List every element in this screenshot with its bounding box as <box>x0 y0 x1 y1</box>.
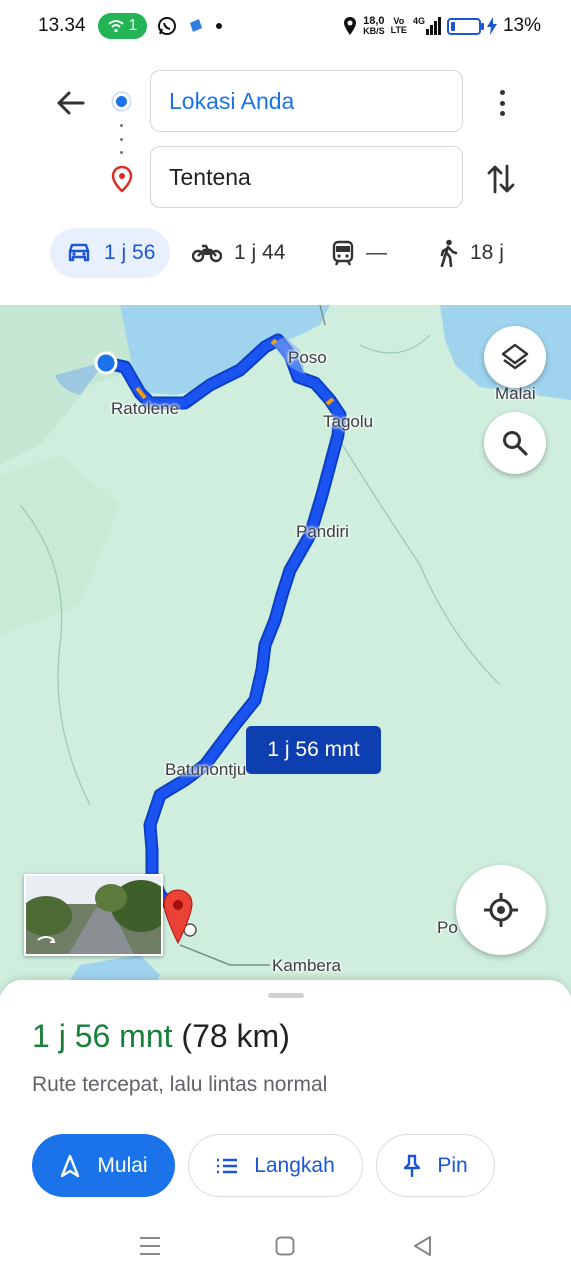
search-button[interactable] <box>484 412 546 474</box>
system-nav-bar <box>0 1222 571 1280</box>
map-view[interactable]: Poso Malai Ratolene Tagolu Pandiri Batun… <box>0 305 571 995</box>
route-description: Rute tercepat, lalu lintas normal <box>32 1073 328 1096</box>
navigation-arrow-icon <box>61 1154 80 1177</box>
place-label-poso: Poso <box>288 348 327 367</box>
place-label-batunontju: Batunontju <box>165 760 247 779</box>
origin-dot-icon <box>113 93 130 110</box>
tab-car-label: 1 j 56 <box>104 241 156 264</box>
charging-icon <box>486 17 497 35</box>
route-line <box>99 333 347 917</box>
start-button-label: Mulai <box>97 1153 148 1177</box>
battery-percent: 13% <box>502 15 541 36</box>
hotspot-count: 1 <box>128 17 138 34</box>
sheet-drag-handle[interactable] <box>268 993 304 998</box>
net-speed: 18,0 KB/S <box>363 15 385 36</box>
origin-input[interactable]: Lokasi Anda <box>150 70 463 132</box>
car-icon <box>68 243 90 262</box>
status-bar: 13.34 1 18,0 KB/S Vo LTE 4G 13% <box>0 0 571 52</box>
more-options-button[interactable] <box>490 88 514 118</box>
menu-icon[interactable] <box>139 1236 161 1256</box>
home-icon[interactable] <box>275 1236 295 1256</box>
list-icon <box>217 1158 238 1173</box>
place-label-ratolene: Ratolene <box>111 399 180 418</box>
route-duration: 1 j 56 mnt <box>32 1018 173 1054</box>
search-icon <box>503 431 528 456</box>
motorcycle-icon <box>192 244 222 263</box>
my-location-icon <box>484 893 518 927</box>
travel-mode-tabs: 1 j 56 1 j 44 — 18 j <box>0 228 571 282</box>
whatsapp-icon <box>157 16 177 36</box>
app-icon <box>187 17 205 35</box>
tab-walk[interactable]: 18 j <box>438 228 504 278</box>
layers-icon <box>501 343 529 370</box>
route-summary: 1 j 56 mnt (78 km) <box>32 1018 290 1055</box>
hotspot-badge: 1 <box>97 13 148 39</box>
swap-vert-icon <box>487 164 515 194</box>
directions-header: Lokasi Anda Tentena 1 j 56 1 j 44 — 18 j <box>0 52 571 305</box>
tab-transit-label: — <box>366 241 387 264</box>
route-bottom-sheet: 1 j 56 mnt (78 km) Rute tercepat, lalu l… <box>0 980 571 1222</box>
status-time: 13.34 <box>38 15 86 36</box>
steps-button[interactable]: Langkah <box>188 1134 363 1197</box>
location-icon <box>344 17 357 35</box>
place-label-pandiri: Pandiri <box>296 522 349 541</box>
place-label-kambera: Kambera <box>272 956 341 975</box>
arrow-back-icon <box>57 91 85 115</box>
tab-transit[interactable]: — <box>332 228 387 278</box>
tab-car[interactable]: 1 j 56 <box>50 228 170 278</box>
street-view-thumbnail[interactable] <box>24 874 163 956</box>
tab-motorcycle[interactable]: 1 j 44 <box>192 228 285 278</box>
start-button[interactable]: Mulai <box>32 1134 175 1197</box>
route-distance: (78 km) <box>181 1018 290 1054</box>
place-label-tagolu: Tagolu <box>323 412 374 431</box>
train-icon <box>332 240 354 266</box>
place-label-po: Po <box>437 918 458 937</box>
walk-icon <box>440 239 458 267</box>
wifi-hotspot-icon <box>107 20 124 32</box>
notification-dot-icon <box>215 22 223 30</box>
maps-directions-screen: 13.34 1 18,0 KB/S Vo LTE 4G 13% Lokasi A… <box>0 0 571 1280</box>
more-vert-icon <box>499 90 505 95</box>
back-nav-icon[interactable] <box>412 1235 432 1257</box>
street-view-photo <box>26 876 161 954</box>
tab-motorcycle-label: 1 j 44 <box>234 241 286 264</box>
tab-walk-label: 18 j <box>470 241 504 264</box>
destination-input[interactable]: Tentena <box>150 146 463 208</box>
layers-button[interactable] <box>484 326 546 388</box>
route-connector <box>120 124 124 154</box>
back-button[interactable] <box>54 86 88 120</box>
volte-indicator: Vo LTE <box>390 16 407 35</box>
battery-icon <box>446 17 484 35</box>
signal-icon: 4G <box>413 17 441 35</box>
swap-button[interactable] <box>486 162 516 201</box>
steps-button-label: Langkah <box>254 1153 335 1177</box>
current-location-dot <box>94 351 118 375</box>
pin-button-label: Pin <box>437 1153 468 1177</box>
pushpin-icon <box>404 1154 421 1177</box>
route-duration-callout[interactable]: 1 j 56 mnt <box>246 726 381 774</box>
destination-pin-icon <box>110 165 134 198</box>
pin-button[interactable]: Pin <box>376 1134 495 1197</box>
my-location-button[interactable] <box>456 865 546 955</box>
